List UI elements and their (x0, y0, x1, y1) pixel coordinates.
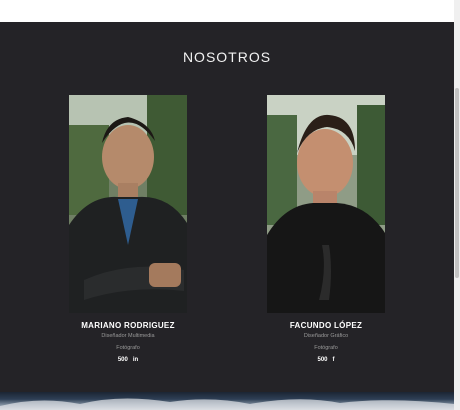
team-card-facundo: FACUNDO LÓPEZ Diseñador Gráfico Fotógraf… (267, 95, 385, 363)
profile-photo (267, 95, 385, 313)
member-role-secondary: Fotógrafo (314, 344, 338, 351)
page-scrollbar[interactable] (454, 0, 460, 410)
social-links: 500 in (69, 357, 187, 363)
social-links: 500 f (267, 357, 385, 363)
500px-icon[interactable]: 500 (317, 357, 327, 363)
500px-icon[interactable]: 500 (118, 357, 128, 363)
linkedin-icon[interactable]: in (133, 357, 138, 363)
member-role: Diseñador Multimedia (101, 333, 155, 339)
scrollbar-thumb[interactable] (455, 88, 459, 278)
about-section: NOSOTROS MARIANO RODRIGUEZ Diseñador Mul… (0, 22, 454, 392)
member-role-secondary: Fotógrafo (116, 344, 140, 351)
profile-photo (69, 95, 187, 313)
member-name: MARIANO RODRIGUEZ (81, 321, 175, 330)
sky-banner-image (0, 392, 454, 410)
member-name: FACUNDO LÓPEZ (289, 321, 363, 330)
member-role: Diseñador Gráfico (303, 333, 349, 339)
page-top-strip (0, 0, 454, 22)
section-title: NOSOTROS (182, 49, 272, 65)
team-card-mariano: MARIANO RODRIGUEZ Diseñador Multimedia F… (69, 95, 187, 363)
facebook-icon[interactable]: f (333, 357, 335, 363)
sky-clouds (0, 398, 454, 410)
